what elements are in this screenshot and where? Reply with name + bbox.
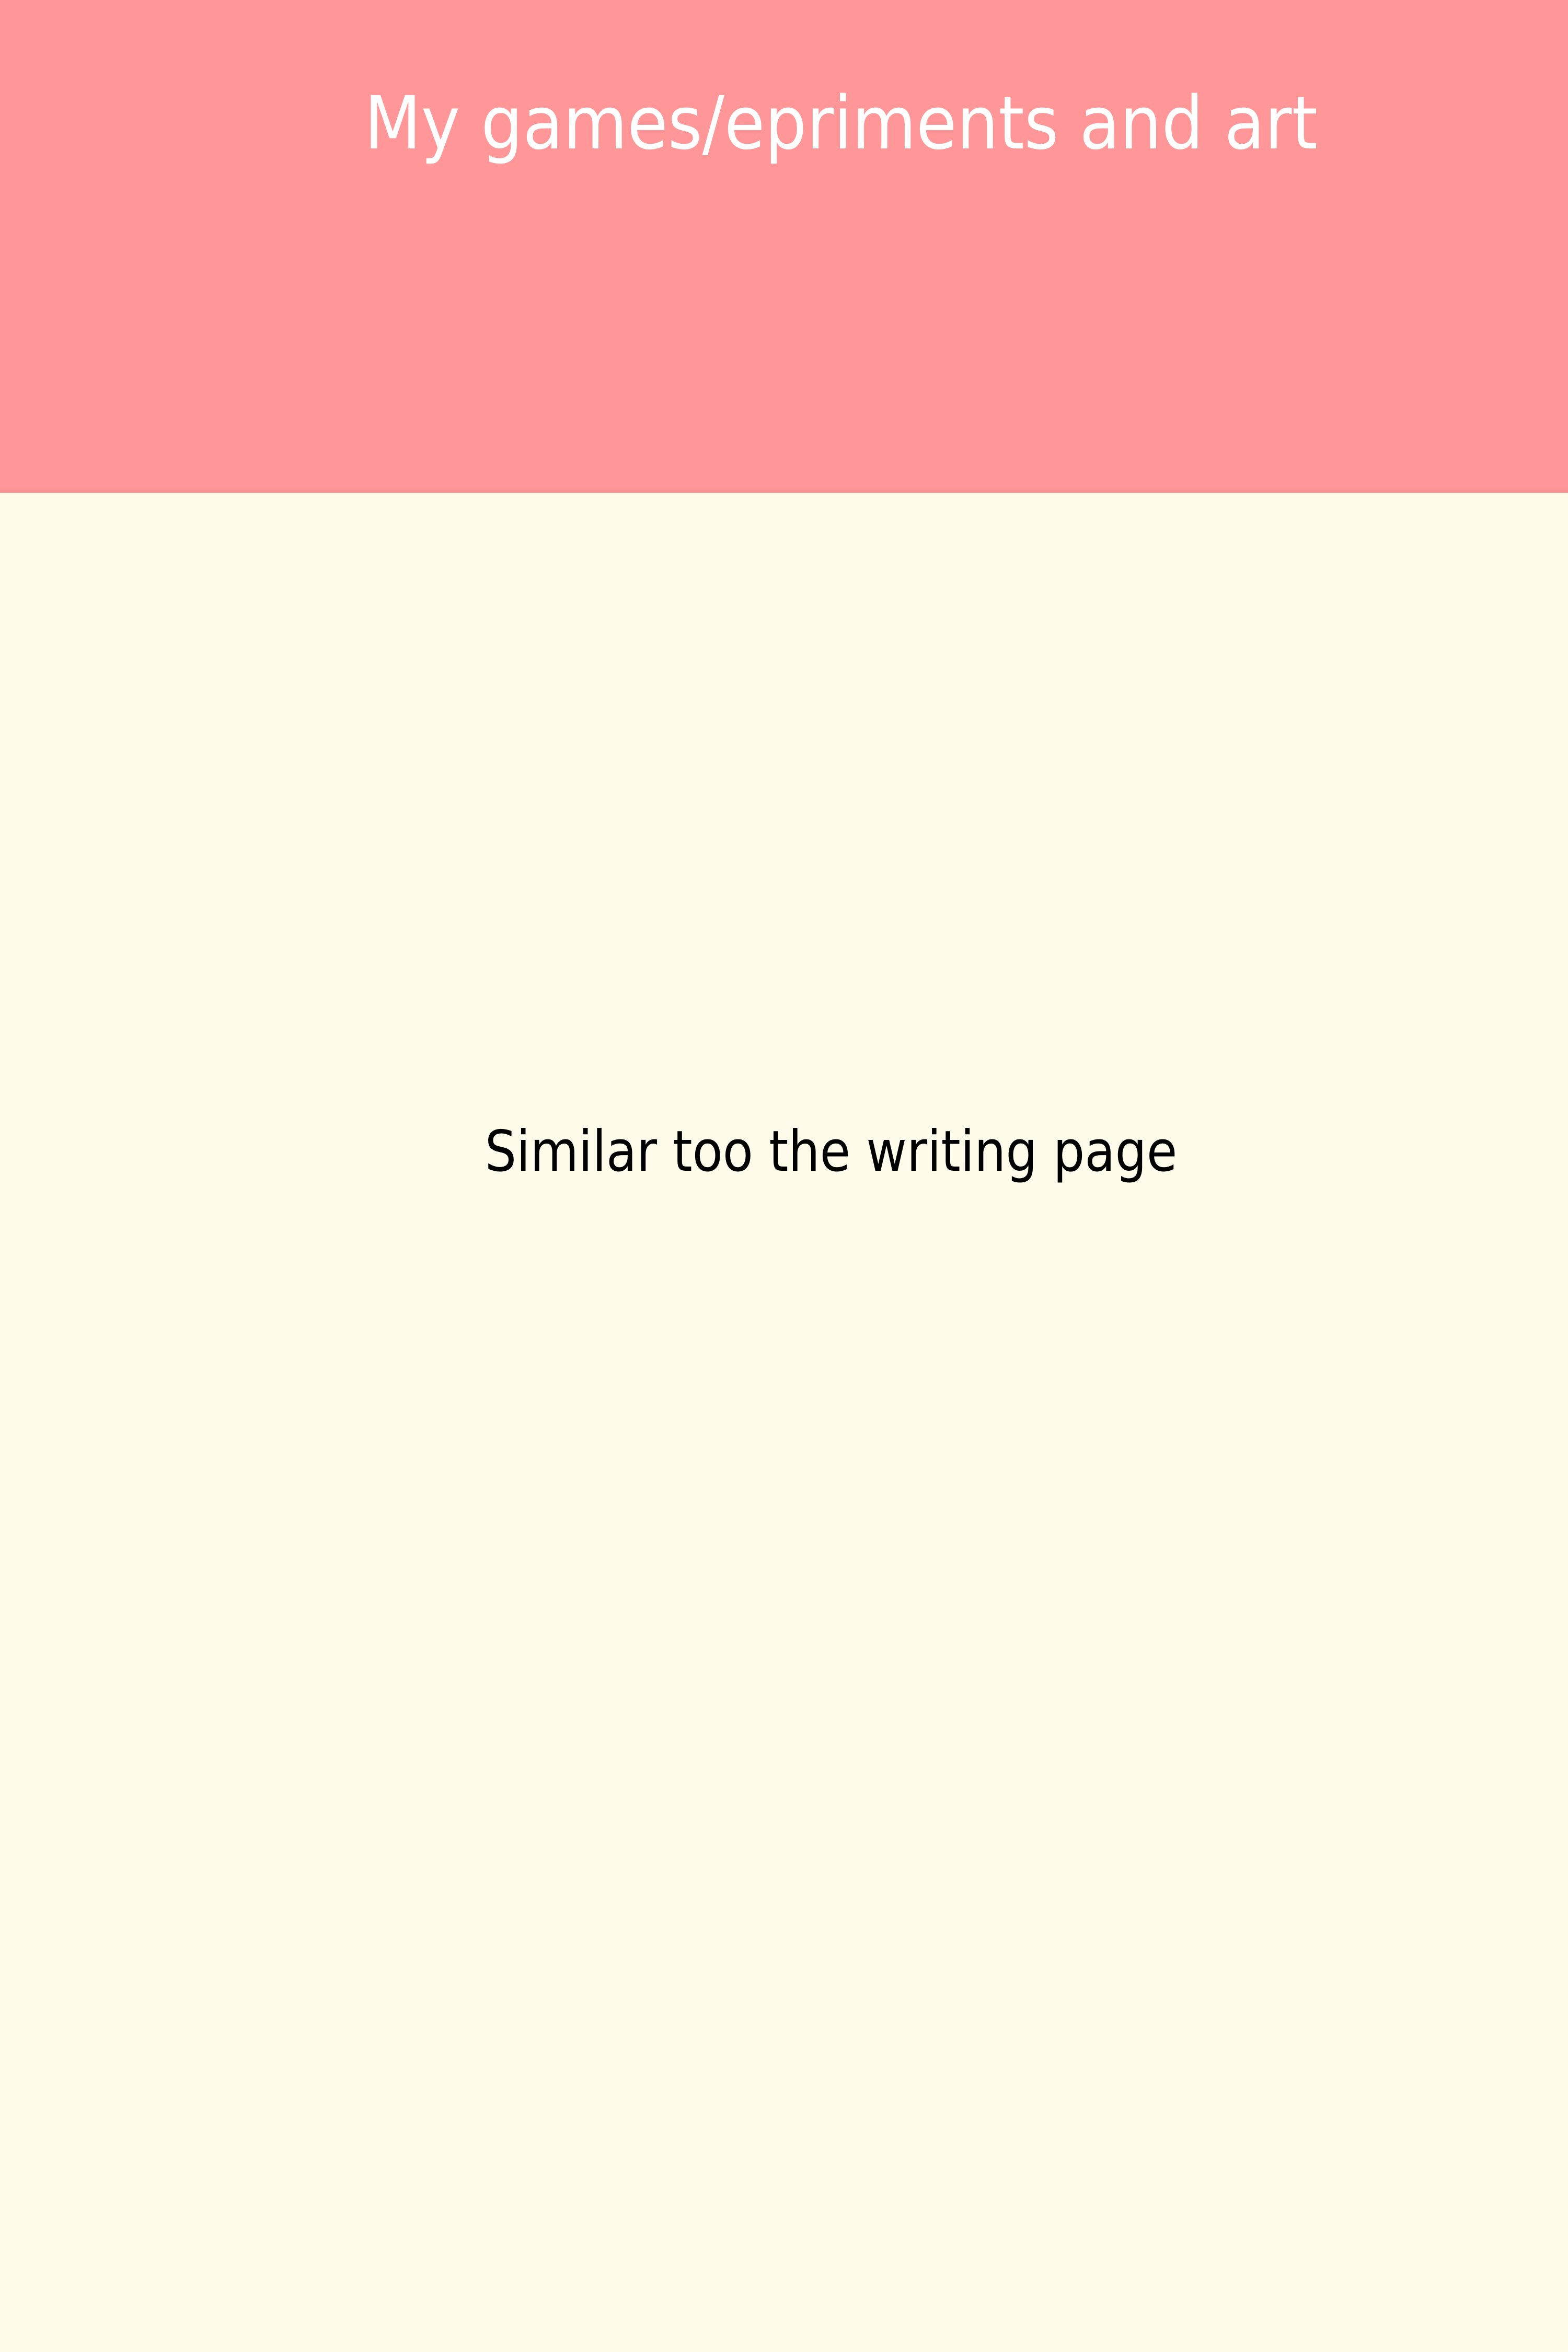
page-header: My games/epriments and art: [0, 0, 1568, 493]
main-content: Similar too the writing page: [0, 493, 1568, 2352]
body-text: Similar too the writing page: [485, 1119, 1178, 1184]
page-title: My games/epriments and art: [364, 81, 1318, 166]
